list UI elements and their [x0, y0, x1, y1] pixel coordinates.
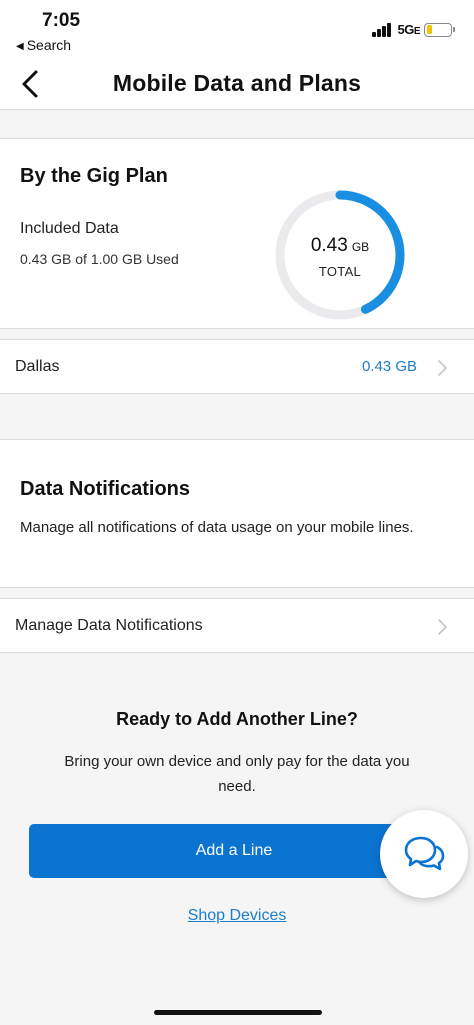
- usage-text: 0.43 GB of 1.00 GB Used: [20, 251, 179, 267]
- notifications-title: Data Notifications: [20, 478, 191, 500]
- data-notifications-card: Data Notifications Manage all notificati…: [0, 439, 474, 588]
- chat-button[interactable]: [380, 810, 468, 898]
- gauge-caption: TOTAL: [318, 264, 362, 279]
- status-indicators: 5GE: [372, 22, 455, 37]
- shop-devices-link[interactable]: Shop Devices: [0, 907, 474, 925]
- home-indicator: [154, 1010, 322, 1015]
- page-title: Mobile Data and Plans: [112, 70, 362, 96]
- back-triangle-icon: ◀: [16, 41, 24, 52]
- line-row-dallas[interactable]: Dallas 0.43 GB: [0, 339, 474, 394]
- back-to-search-link[interactable]: ◀ Search: [16, 37, 71, 53]
- signal-icon: [372, 22, 392, 37]
- notifications-description: Manage all notifications of data usage o…: [20, 519, 414, 536]
- section-spacer: [0, 111, 474, 138]
- add-line-promo-title: Ready to Add Another Line?: [116, 709, 358, 729]
- status-bar: 7:05 ◀ Search 5GE: [0, 0, 474, 58]
- battery-icon: [424, 22, 455, 37]
- included-data-label: Included Data: [20, 220, 119, 237]
- manage-notifications-label: Manage Data Notifications: [15, 617, 203, 634]
- add-line-promo-description: Bring your own device and only pay for t…: [64, 753, 410, 795]
- add-a-line-button[interactable]: Add a Line: [29, 824, 439, 878]
- chevron-right-icon: [438, 360, 447, 376]
- plan-card: By the Gig Plan Included Data 0.43 GB of…: [0, 138, 474, 329]
- data-usage-gauge: 0.43 GB TOTAL: [272, 187, 408, 323]
- chevron-right-icon: [438, 619, 447, 635]
- manage-data-notifications-row[interactable]: Manage Data Notifications: [0, 598, 474, 653]
- back-app-label: Search: [26, 37, 72, 53]
- chevron-left-icon: [22, 70, 38, 98]
- nav-header: Mobile Data and Plans: [0, 58, 474, 110]
- chat-bubbles-icon: [404, 836, 445, 871]
- status-time: 7:05: [42, 10, 81, 31]
- line-name: Dallas: [15, 358, 60, 375]
- line-usage-value: 0.43 GB: [361, 358, 417, 375]
- gauge-value-text: 0.43 GB: [310, 235, 370, 256]
- plan-name: By the Gig Plan: [20, 165, 168, 187]
- network-label: 5GE: [397, 22, 420, 37]
- back-button[interactable]: [16, 68, 46, 100]
